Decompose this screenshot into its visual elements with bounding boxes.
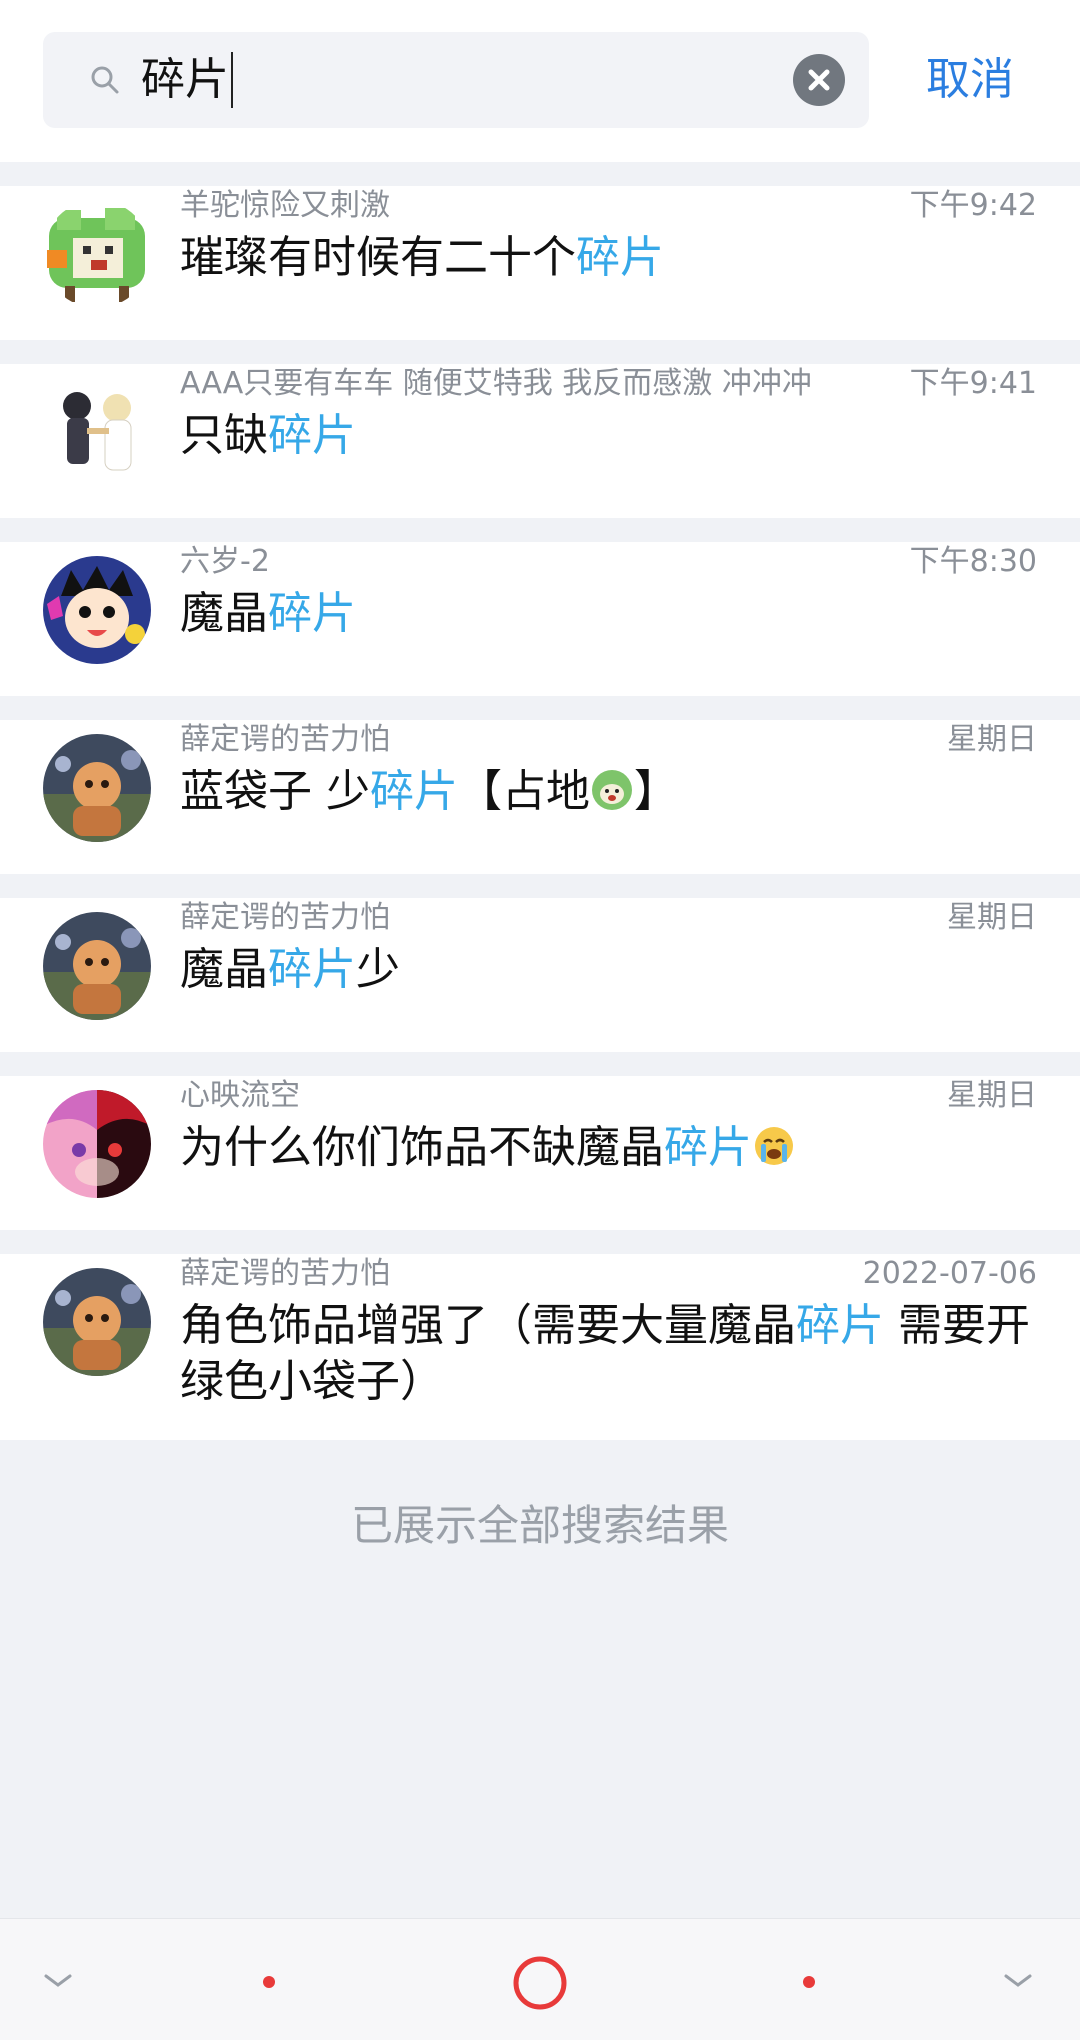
message-time: 下午8:30 bbox=[909, 544, 1037, 579]
search-result-item[interactable]: AAA只要有车车 随便艾特我 我反而感激 冲冲冲 下午9:41 只缺碎片 bbox=[0, 364, 1080, 518]
avatar bbox=[43, 1090, 151, 1198]
nav-dot-icon[interactable] bbox=[262, 1975, 276, 1989]
message-time: 下午9:41 bbox=[909, 366, 1037, 401]
message-snippet: 角色饰品增强了（需要大量魔晶碎片 需要开绿色小袋子） bbox=[180, 1300, 1030, 1407]
sender-name: 薛定谔的苦力怕 bbox=[180, 722, 390, 757]
message-snippet: 蓝袋子 少碎片【占地】 bbox=[180, 766, 678, 817]
avatar bbox=[43, 200, 151, 308]
home-circle-icon[interactable] bbox=[512, 1955, 568, 2011]
chevron-down-icon[interactable] bbox=[1004, 1973, 1032, 1989]
text-caret bbox=[231, 52, 233, 108]
message-snippet: 只缺碎片 bbox=[180, 410, 356, 461]
message-snippet: 璀璨有时候有二十个碎片 bbox=[180, 232, 664, 283]
highlight-term: 碎片 bbox=[370, 766, 458, 817]
message-time: 星期日 bbox=[947, 1078, 1037, 1113]
close-icon bbox=[808, 69, 830, 91]
message-time: 2022-07-06 bbox=[862, 1256, 1037, 1291]
crying-emoji-icon bbox=[755, 1127, 793, 1165]
sticker-emoji-icon bbox=[592, 770, 632, 810]
search-box[interactable]: 碎片 bbox=[43, 32, 869, 128]
message-snippet: 魔晶碎片 bbox=[180, 588, 356, 639]
search-result-item[interactable]: 六岁-2 下午8:30 魔晶碎片 bbox=[0, 542, 1080, 696]
sender-name: AAA只要有车车 随便艾特我 我反而感激 冲冲冲 bbox=[180, 366, 812, 401]
search-input[interactable]: 碎片 bbox=[141, 52, 233, 108]
avatar bbox=[43, 1268, 151, 1376]
message-time: 星期日 bbox=[947, 900, 1037, 935]
bottom-navigation-bar bbox=[0, 1918, 1080, 2040]
avatar bbox=[43, 556, 151, 664]
sender-name: 薛定谔的苦力怕 bbox=[180, 1256, 390, 1291]
highlight-term: 碎片 bbox=[268, 588, 356, 639]
sender-name: 心映流空 bbox=[180, 1078, 300, 1113]
message-snippet: 魔晶碎片少 bbox=[180, 944, 400, 995]
search-result-item[interactable]: 心映流空 星期日 为什么你们饰品不缺魔晶碎片 bbox=[0, 1076, 1080, 1230]
highlight-term: 碎片 bbox=[796, 1300, 884, 1351]
search-result-item[interactable]: 薛定谔的苦力怕 星期日 魔晶碎片少 bbox=[0, 898, 1080, 1052]
search-header: 碎片 取消 bbox=[0, 0, 1080, 162]
sender-name: 薛定谔的苦力怕 bbox=[180, 900, 390, 935]
message-time: 下午9:42 bbox=[909, 188, 1037, 223]
sender-name: 六岁-2 bbox=[180, 544, 270, 579]
end-of-results-text: 已展示全部搜索结果 bbox=[350, 1501, 729, 1550]
nav-dot-icon[interactable] bbox=[802, 1975, 816, 1989]
clear-search-button[interactable] bbox=[793, 54, 845, 106]
avatar bbox=[43, 734, 151, 842]
message-time: 星期日 bbox=[947, 722, 1037, 757]
chevron-down-icon[interactable] bbox=[44, 1973, 72, 1989]
avatar bbox=[43, 378, 151, 486]
message-snippet: 为什么你们饰品不缺魔晶碎片 bbox=[180, 1120, 1040, 1176]
highlight-term: 碎片 bbox=[664, 1122, 752, 1173]
search-result-item[interactable]: 薛定谔的苦力怕 2022-07-06 角色饰品增强了（需要大量魔晶碎片 需要开绿… bbox=[0, 1254, 1080, 1440]
search-result-item[interactable]: 羊驼惊险又刺激 下午9:42 璀璨有时候有二十个碎片 bbox=[0, 186, 1080, 340]
avatar bbox=[43, 912, 151, 1020]
search-result-item[interactable]: 薛定谔的苦力怕 星期日 蓝袋子 少碎片【占地】 bbox=[0, 720, 1080, 874]
highlight-term: 碎片 bbox=[268, 944, 356, 995]
highlight-term: 碎片 bbox=[268, 410, 356, 461]
search-icon bbox=[91, 66, 119, 94]
highlight-term: 碎片 bbox=[576, 232, 664, 283]
cancel-button[interactable]: 取消 bbox=[926, 52, 1014, 108]
sender-name: 羊驼惊险又刺激 bbox=[180, 188, 390, 223]
